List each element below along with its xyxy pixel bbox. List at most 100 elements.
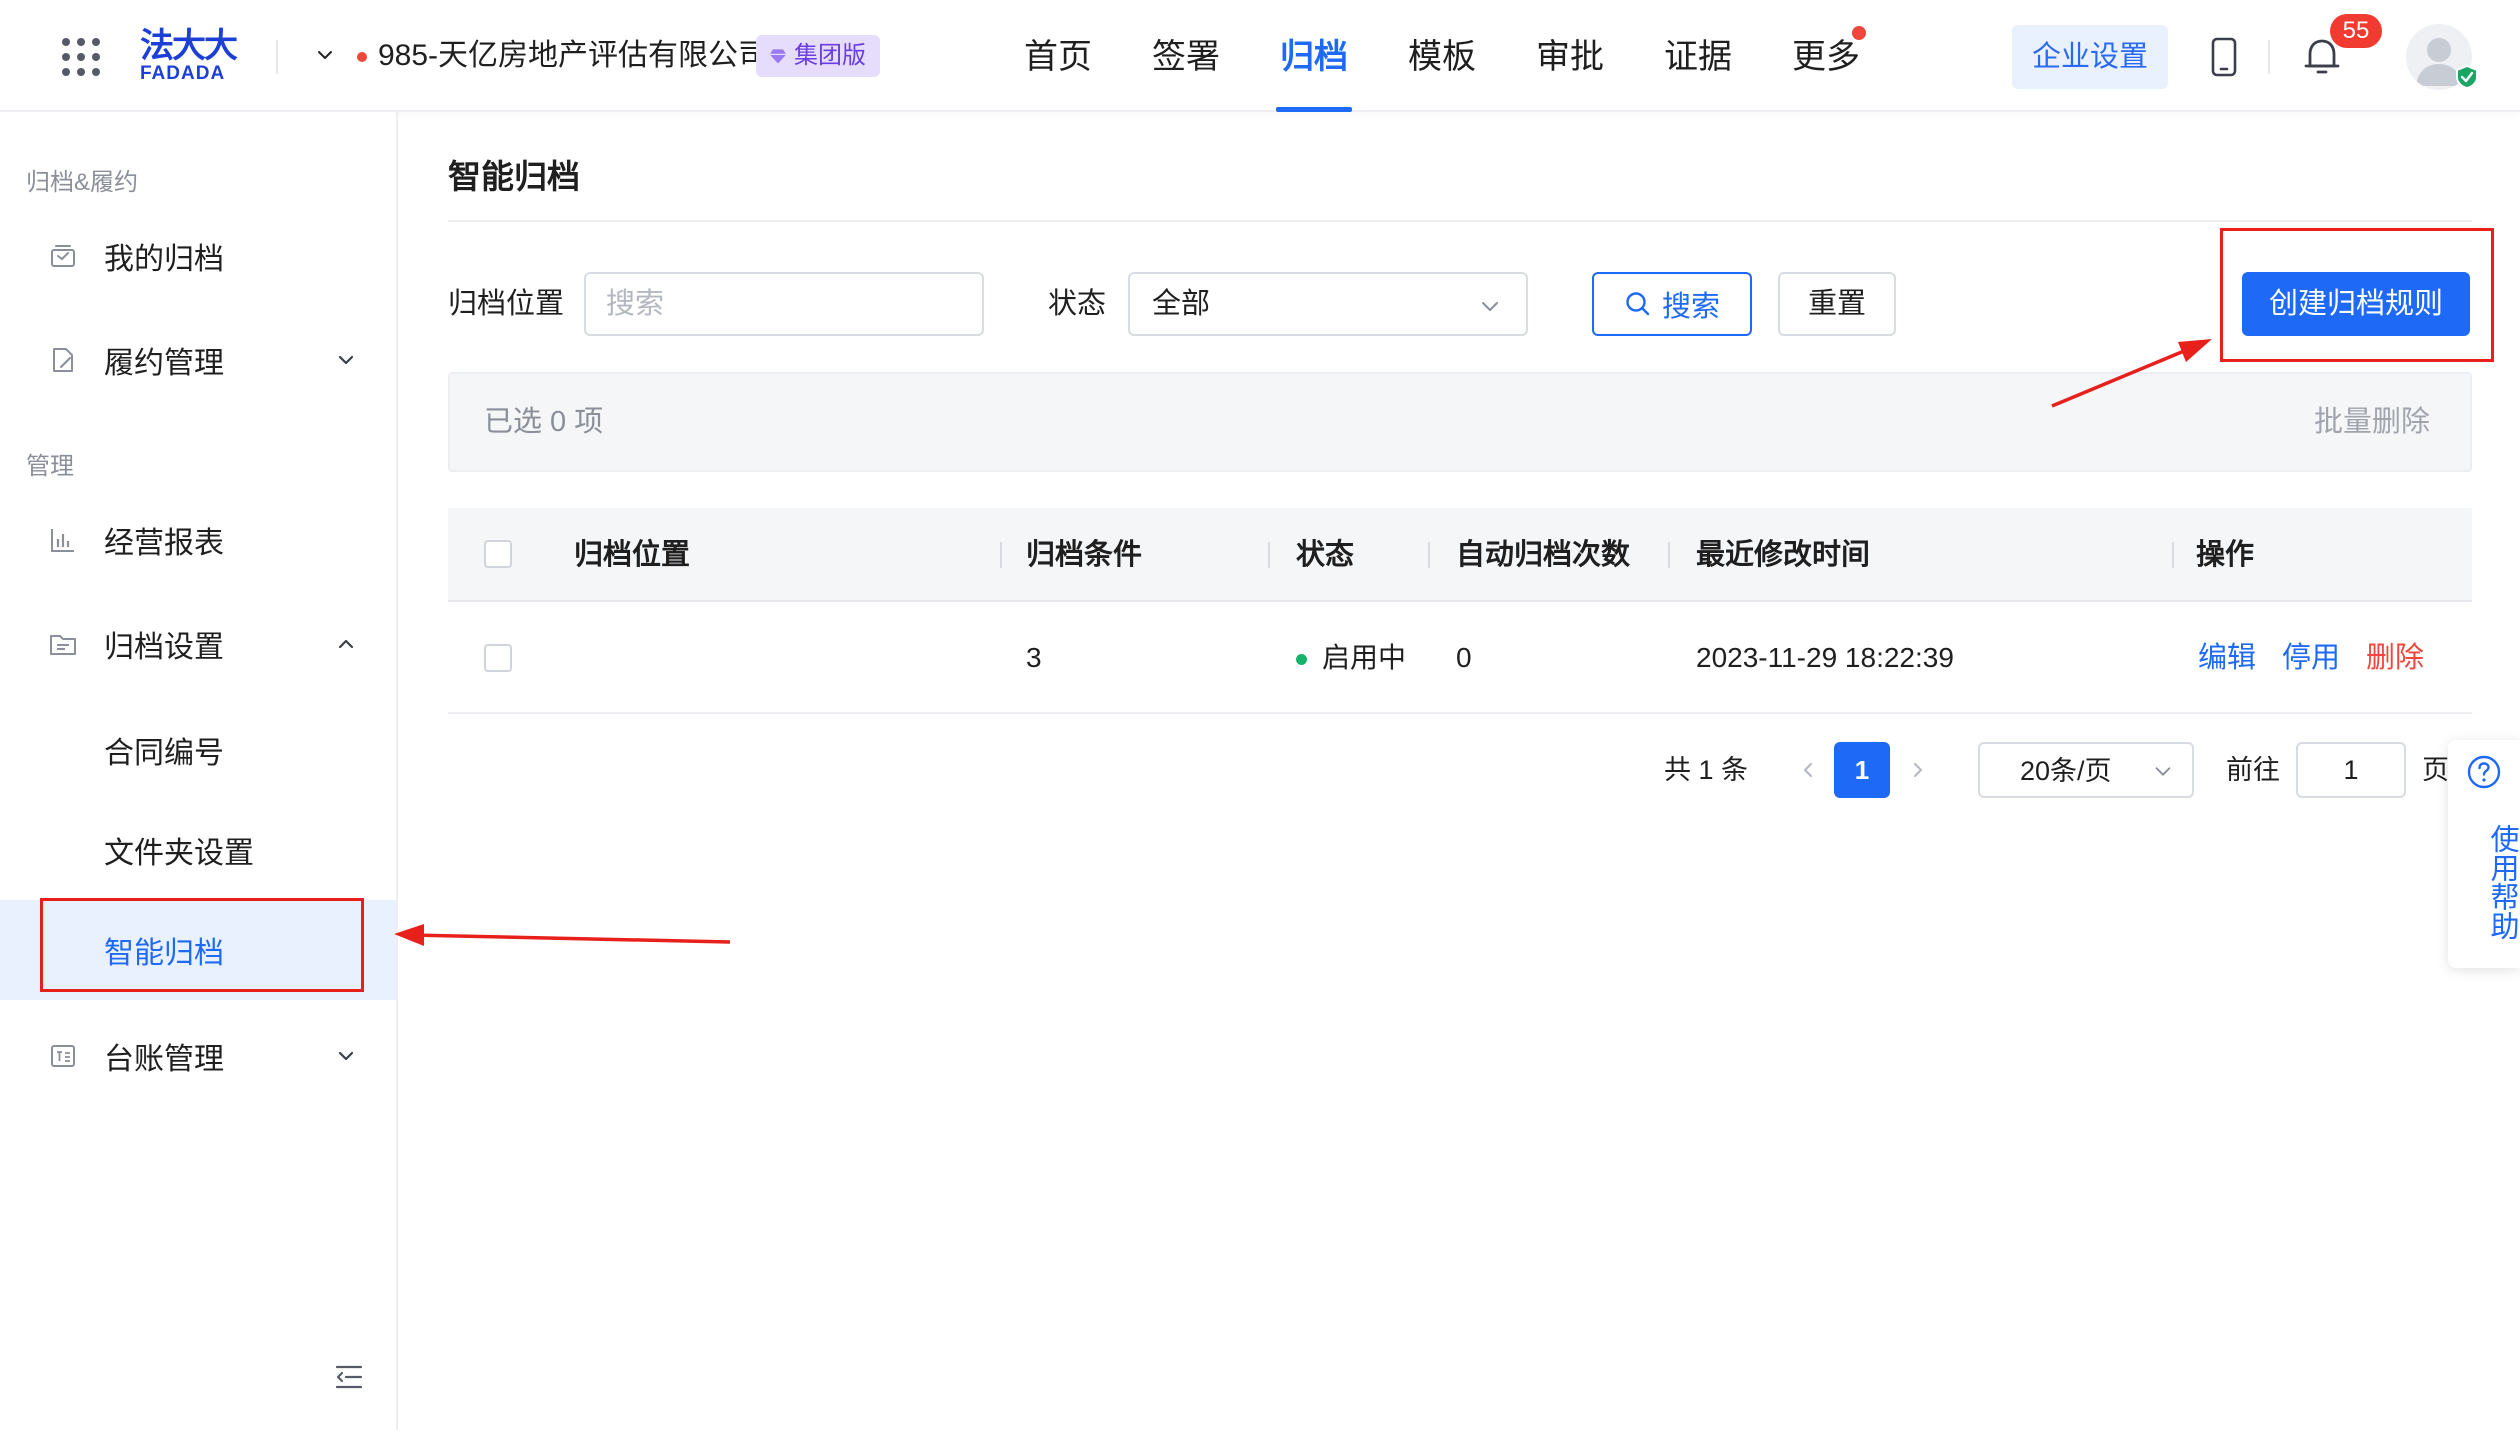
sidebar-item-label: 经营报表 [104, 527, 224, 560]
nav-approval[interactable]: 审批 [1506, 0, 1634, 112]
chevron-left-icon[interactable] [1796, 758, 1820, 782]
goto-page-input[interactable] [2296, 742, 2406, 798]
sidebar-item-label: 文件夹设置 [104, 837, 254, 870]
location-filter-label: 归档位置 [448, 288, 565, 320]
nav-archive[interactable]: 归档 [1250, 0, 1378, 112]
sidebar-item-my-archive[interactable]: 我的归档 [0, 218, 396, 294]
help-panel[interactable]: 使用帮助 [2448, 740, 2520, 968]
row-checkbox[interactable] [484, 644, 512, 672]
top-header: 法大大 FADADA 985-天亿房地产评估有限公司 集团版 首页 签署 归档 … [0, 0, 2520, 112]
sidebar-item-reports[interactable]: 经营报表 [0, 502, 396, 578]
disable-link[interactable]: 停用 [2282, 638, 2340, 678]
column-header-auto-count: 自动归档次数 [1456, 539, 1631, 571]
page-size-select[interactable]: 20条/页 [1978, 742, 2194, 798]
chevron-down-icon [338, 355, 354, 365]
reset-button[interactable]: 重置 [1778, 272, 1896, 336]
app-root: 法大大 FADADA 985-天亿房地产评估有限公司 集团版 首页 签署 归档 … [0, 0, 2520, 1430]
status-filter-label: 状态 [1048, 288, 1107, 320]
edition-label: 集团版 [794, 42, 866, 69]
column-divider [2172, 542, 2174, 568]
ledger-icon [51, 1045, 75, 1067]
question-circle-icon [2467, 755, 2501, 789]
company-status-dot [357, 52, 367, 62]
goto-label: 前往 [2226, 755, 2280, 785]
sidebar-item-smart-archive[interactable]: 智能归档 [0, 900, 396, 1000]
diamond-icon [769, 49, 787, 64]
sidebar-group-manage: 管理 [26, 453, 74, 480]
sidebar-item-label: 智能归档 [104, 937, 224, 970]
sidebar-item-folder-settings[interactable]: 文件夹设置 [0, 812, 396, 888]
column-header-status: 状态 [1296, 539, 1355, 571]
nav-more-dot [1852, 26, 1866, 40]
title-divider [448, 220, 2472, 222]
chevron-down-icon[interactable] [316, 46, 334, 64]
sidebar-item-label: 我的归档 [104, 243, 224, 276]
sidebar-item-ledger[interactable]: 台账管理 [0, 1018, 396, 1094]
search-button-label: 搜索 [1661, 291, 1720, 323]
batch-delete-button[interactable]: 批量删除 [2314, 402, 2430, 442]
enterprise-settings-button[interactable]: 企业设置 [2012, 25, 2168, 89]
status-select[interactable]: 全部 [1128, 272, 1528, 336]
cell-conditions: 3 [1026, 642, 1042, 673]
help-label: 使用帮助 [2486, 824, 2518, 940]
sidebar: 归档&履约 我的归档 履约管理 管理 经营报表 归档设置 合同编号 文件夹设置 … [0, 112, 398, 1430]
chevron-right-icon[interactable] [1906, 758, 1930, 782]
page-title: 智能归档 [448, 158, 580, 195]
status-select-value: 全部 [1152, 288, 1211, 320]
table-header: 归档位置 归档条件 状态 自动归档次数 最近修改时间 操作 [448, 508, 2472, 602]
column-divider [1000, 542, 1002, 568]
nav-sign[interactable]: 签署 [1122, 0, 1250, 112]
page-number-button[interactable]: 1 [1834, 742, 1890, 798]
nav-home-label: 首页 [1024, 38, 1092, 76]
sidebar-item-performance[interactable]: 履约管理 [0, 322, 396, 398]
table-row: 3 启用中 0 2023-11-29 18:22:39 编辑 停用 删除 [448, 602, 2472, 714]
nav-template[interactable]: 模板 [1378, 0, 1506, 112]
select-all-checkbox[interactable] [484, 540, 512, 568]
logo-text: 法大大 [140, 27, 238, 65]
edit-link[interactable]: 编辑 [2198, 638, 2256, 678]
nav-home[interactable]: 首页 [994, 0, 1122, 112]
nav-evidence[interactable]: 证据 [1634, 0, 1762, 112]
header-divider [276, 40, 278, 74]
location-search-input[interactable] [584, 272, 984, 336]
archive-box-icon [51, 245, 75, 267]
collapse-sidebar-icon[interactable] [334, 1364, 364, 1390]
fadada-logo[interactable]: 法大大 FADADA [140, 28, 244, 84]
phone-icon[interactable] [2210, 36, 2238, 78]
notification-count-badge: 55 [2330, 14, 2382, 48]
verified-icon [2456, 64, 2478, 90]
search-button[interactable]: 搜索 [1592, 272, 1752, 336]
cell-status: 启用中 [1322, 642, 1407, 673]
sidebar-item-label: 履约管理 [104, 347, 224, 380]
apps-grid-icon[interactable] [62, 38, 100, 76]
logo-subtext: FADADA [140, 63, 226, 84]
annotation-arrow-sidebar [394, 924, 731, 946]
column-header-modified: 最近修改时间 [1696, 539, 1871, 571]
document-edit-icon [53, 348, 73, 372]
chevron-up-icon [338, 639, 354, 649]
nav-more-label: 更多 [1792, 38, 1860, 76]
company-switcher[interactable]: 985-天亿房地产评估有限公司 [378, 36, 768, 76]
column-divider [1668, 542, 1670, 568]
nav-sign-label: 签署 [1152, 38, 1220, 76]
sidebar-group-archive: 归档&履约 [26, 169, 139, 196]
page-size-value: 20条/页 [2020, 756, 2112, 786]
sidebar-item-contract-number[interactable]: 合同编号 [0, 712, 396, 788]
cell-modified-time: 2023-11-29 18:22:39 [1696, 642, 1954, 673]
bar-chart-icon [51, 529, 74, 552]
status-active-dot [1296, 654, 1307, 665]
delete-link[interactable]: 删除 [2366, 638, 2424, 678]
nav-archive-label: 归档 [1280, 38, 1348, 76]
sidebar-item-label: 归档设置 [104, 631, 224, 664]
edition-badge: 集团版 [756, 35, 880, 77]
search-icon [1626, 292, 1650, 316]
selection-bar: 已选 0 项 批量删除 [448, 372, 2472, 472]
chevron-down-icon [2155, 767, 2171, 776]
cell-auto-count: 0 [1456, 642, 1472, 673]
page-suffix-label: 页 [2422, 755, 2449, 785]
nav-more[interactable]: 更多 [1762, 0, 1890, 112]
header-divider-2 [2268, 40, 2270, 74]
nav-template-label: 模板 [1408, 38, 1476, 76]
sidebar-item-archive-settings[interactable]: 归档设置 [0, 606, 396, 682]
create-archive-rule-button[interactable]: 创建归档规则 [2242, 272, 2470, 336]
